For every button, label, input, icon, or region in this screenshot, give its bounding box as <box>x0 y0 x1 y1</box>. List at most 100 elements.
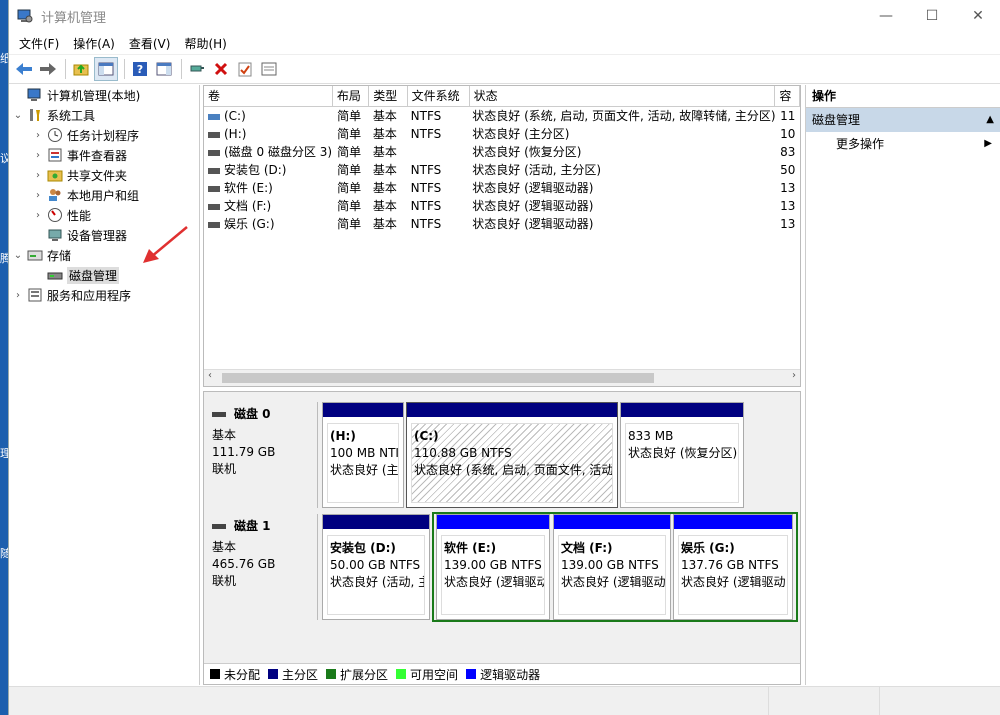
chevron-right-icon[interactable]: › <box>31 130 45 141</box>
clock-icon <box>48 128 62 142</box>
table-row[interactable]: 文档 (F:) 简单 基本 NTFS 状态良好 (逻辑驱动器) 13 <box>204 197 800 215</box>
menu-view[interactable]: 查看(V) <box>123 35 177 52</box>
column-header-volume[interactable]: 卷 <box>204 86 333 106</box>
volume-name: 娱乐 (G:) <box>224 217 275 231</box>
partition-legend: 未分配 主分区 扩展分区 可用空间 逻辑驱动器 <box>204 663 800 684</box>
menu-help[interactable]: 帮助(H) <box>178 35 232 52</box>
partition-recovery[interactable]: 833 MB 状态良好 (恢复分区) <box>620 402 744 508</box>
partition-bar-logical <box>554 515 670 529</box>
type-cell: 基本 <box>372 127 397 141</box>
table-row[interactable]: 软件 (E:) 简单 基本 NTFS 状态良好 (逻辑驱动器) 13 <box>204 179 800 197</box>
chevron-right-icon[interactable]: › <box>31 170 45 181</box>
disk-size: 465.76 GB <box>212 557 276 571</box>
connect-button[interactable] <box>186 58 208 80</box>
volume-icon <box>208 167 220 174</box>
table-row[interactable]: (H:) 简单 基本 NTFS 状态良好 (主分区) 10 <box>204 125 800 143</box>
chevron-right-icon: ▶ <box>984 138 992 149</box>
disk-name: 磁盘 0 <box>234 407 271 421</box>
chevron-right-icon[interactable]: › <box>31 190 45 201</box>
fs-cell: NTFS <box>410 217 442 231</box>
menu-file[interactable]: 文件(F) <box>13 35 65 52</box>
column-header-layout[interactable]: 布局 <box>333 86 370 106</box>
forward-arrow-icon <box>40 63 56 75</box>
tree-item-task-scheduler[interactable]: › 任务计划程序 <box>9 125 199 145</box>
scroll-right-icon[interactable]: › <box>792 370 796 381</box>
more-actions-label: 更多操作 <box>836 137 885 151</box>
scroll-left-icon[interactable]: ‹ <box>208 370 212 381</box>
forward-button[interactable] <box>37 58 59 80</box>
partition-f[interactable]: 文档 (F:) 139.00 GB NTFS 状态良好 (逻辑驱动 <box>553 514 671 620</box>
tree-item-services-apps[interactable]: › 服务和应用程序 <box>9 285 199 305</box>
maximize-button[interactable]: ☐ <box>909 0 955 32</box>
horizontal-scrollbar[interactable]: ‹ › <box>204 369 800 386</box>
tree-item-local-users[interactable]: › 本地用户和组 <box>9 185 199 205</box>
chevron-right-icon[interactable]: › <box>31 150 45 161</box>
capacity-cell: 83 <box>780 145 796 159</box>
actions-section-disk-management[interactable]: 磁盘管理 ▲ <box>806 108 1000 132</box>
status-cell: 状态良好 (逻辑驱动器) <box>472 217 594 231</box>
close-button[interactable]: ✕ <box>955 0 1000 32</box>
console-tree-icon <box>98 62 114 76</box>
partition-d[interactable]: 安装包 (D:) 50.00 GB NTFS 状态良好 (活动, 主 <box>322 514 430 620</box>
chevron-right-icon[interactable]: › <box>31 210 45 221</box>
table-row[interactable]: (磁盘 0 磁盘分区 3) 简单 基本 状态良好 (恢复分区) 83 <box>204 143 800 161</box>
chevron-down-icon[interactable]: ⌄ <box>11 110 25 121</box>
show-hide-tree-button[interactable] <box>94 57 118 81</box>
chevron-right-icon[interactable]: › <box>11 290 25 301</box>
tree-label: 性能 <box>67 208 92 223</box>
center-pane: 卷 布局 类型 文件系统 状态 容 (C:) 简单 基本 NTFS 状态良好 (… <box>203 85 801 685</box>
minimize-button[interactable]: — <box>863 0 909 32</box>
status-cell: 状态良好 (主分区) <box>472 127 570 141</box>
up-folder-button[interactable] <box>70 58 92 80</box>
back-button[interactable] <box>13 58 35 80</box>
partition-c[interactable]: (C:) 110.88 GB NTFS 状态良好 (系统, 启动, 页面文件, … <box>406 402 618 508</box>
export-list-button[interactable] <box>258 58 280 80</box>
column-header-filesystem[interactable]: 文件系统 <box>408 86 470 106</box>
window-title: 计算机管理 <box>41 10 107 26</box>
table-row[interactable]: (C:) 简单 基本 NTFS 状态良好 (系统, 启动, 页面文件, 活动, … <box>204 107 800 125</box>
tree-item-system-tools[interactable]: ⌄ 系统工具 <box>9 105 199 125</box>
partition-h[interactable]: (H:) 100 MB NTI 状态良好 (主 <box>322 402 404 508</box>
tree-item-shared-folders[interactable]: › 共享文件夹 <box>9 165 199 185</box>
fs-cell: NTFS <box>410 163 442 177</box>
properties-button[interactable] <box>234 58 256 80</box>
partition-e[interactable]: 软件 (E:) 139.00 GB NTFS 状态良好 (逻辑驱动 <box>436 514 550 620</box>
tree-item-event-viewer[interactable]: › 事件查看器 <box>9 145 199 165</box>
chevron-down-icon[interactable]: ⌄ <box>11 250 25 261</box>
show-action-pane-button[interactable] <box>153 58 175 80</box>
legend-swatch <box>268 669 279 679</box>
volume-icon <box>208 221 220 228</box>
tree-item-root[interactable]: 计算机管理(本地) <box>9 85 199 105</box>
partition-body: (C:) 110.88 GB NTFS 状态良好 (系统, 启动, 页面文件, … <box>411 423 613 503</box>
partition-bar-logical <box>674 515 792 529</box>
tree-label: 设备管理器 <box>67 228 128 243</box>
capacity-cell: 50 <box>780 163 796 177</box>
users-icon <box>49 189 61 201</box>
partition-body: 833 MB 状态良好 (恢复分区) <box>625 423 739 503</box>
partition-g[interactable]: 娱乐 (G:) 137.76 GB NTFS 状态良好 (逻辑驱动 <box>673 514 793 620</box>
scrollbar-thumb[interactable] <box>222 373 654 383</box>
volume-cell: (C:) <box>204 107 333 125</box>
table-row[interactable]: 娱乐 (G:) 简单 基本 NTFS 状态良好 (逻辑驱动器) 13 <box>204 215 800 233</box>
table-row[interactable]: 安装包 (D:) 简单 基本 NTFS 状态良好 (活动, 主分区) 50 <box>204 161 800 179</box>
tree-item-performance[interactable]: › 性能 <box>9 205 199 225</box>
layout-cell: 简单 <box>337 127 362 141</box>
tree-label: 事件查看器 <box>67 148 128 163</box>
disk-label[interactable]: 磁盘 1 基本 465.76 GB 联机 <box>206 514 318 620</box>
disk-label[interactable]: 磁盘 0 基本 111.79 GB 联机 <box>206 402 318 508</box>
action-pane-icon <box>156 62 172 76</box>
disk-drive-icon <box>212 524 226 529</box>
legend-item: 逻辑驱动器 <box>466 666 540 683</box>
svg-text:?: ? <box>137 63 143 76</box>
column-header-type[interactable]: 类型 <box>369 86 408 106</box>
toolbar-separator <box>124 59 125 79</box>
more-actions-item[interactable]: 更多操作 ▶ <box>806 132 1000 156</box>
help-button[interactable]: ? <box>129 58 151 80</box>
tree-item-disk-management[interactable]: 磁盘管理 <box>9 265 199 285</box>
back-arrow-icon <box>16 63 32 75</box>
delete-button[interactable] <box>210 58 232 80</box>
column-header-capacity[interactable]: 容 <box>775 86 800 106</box>
column-header-status[interactable]: 状态 <box>470 86 776 106</box>
menu-action[interactable]: 操作(A) <box>67 35 121 52</box>
collapse-up-icon[interactable]: ▲ <box>986 108 994 132</box>
